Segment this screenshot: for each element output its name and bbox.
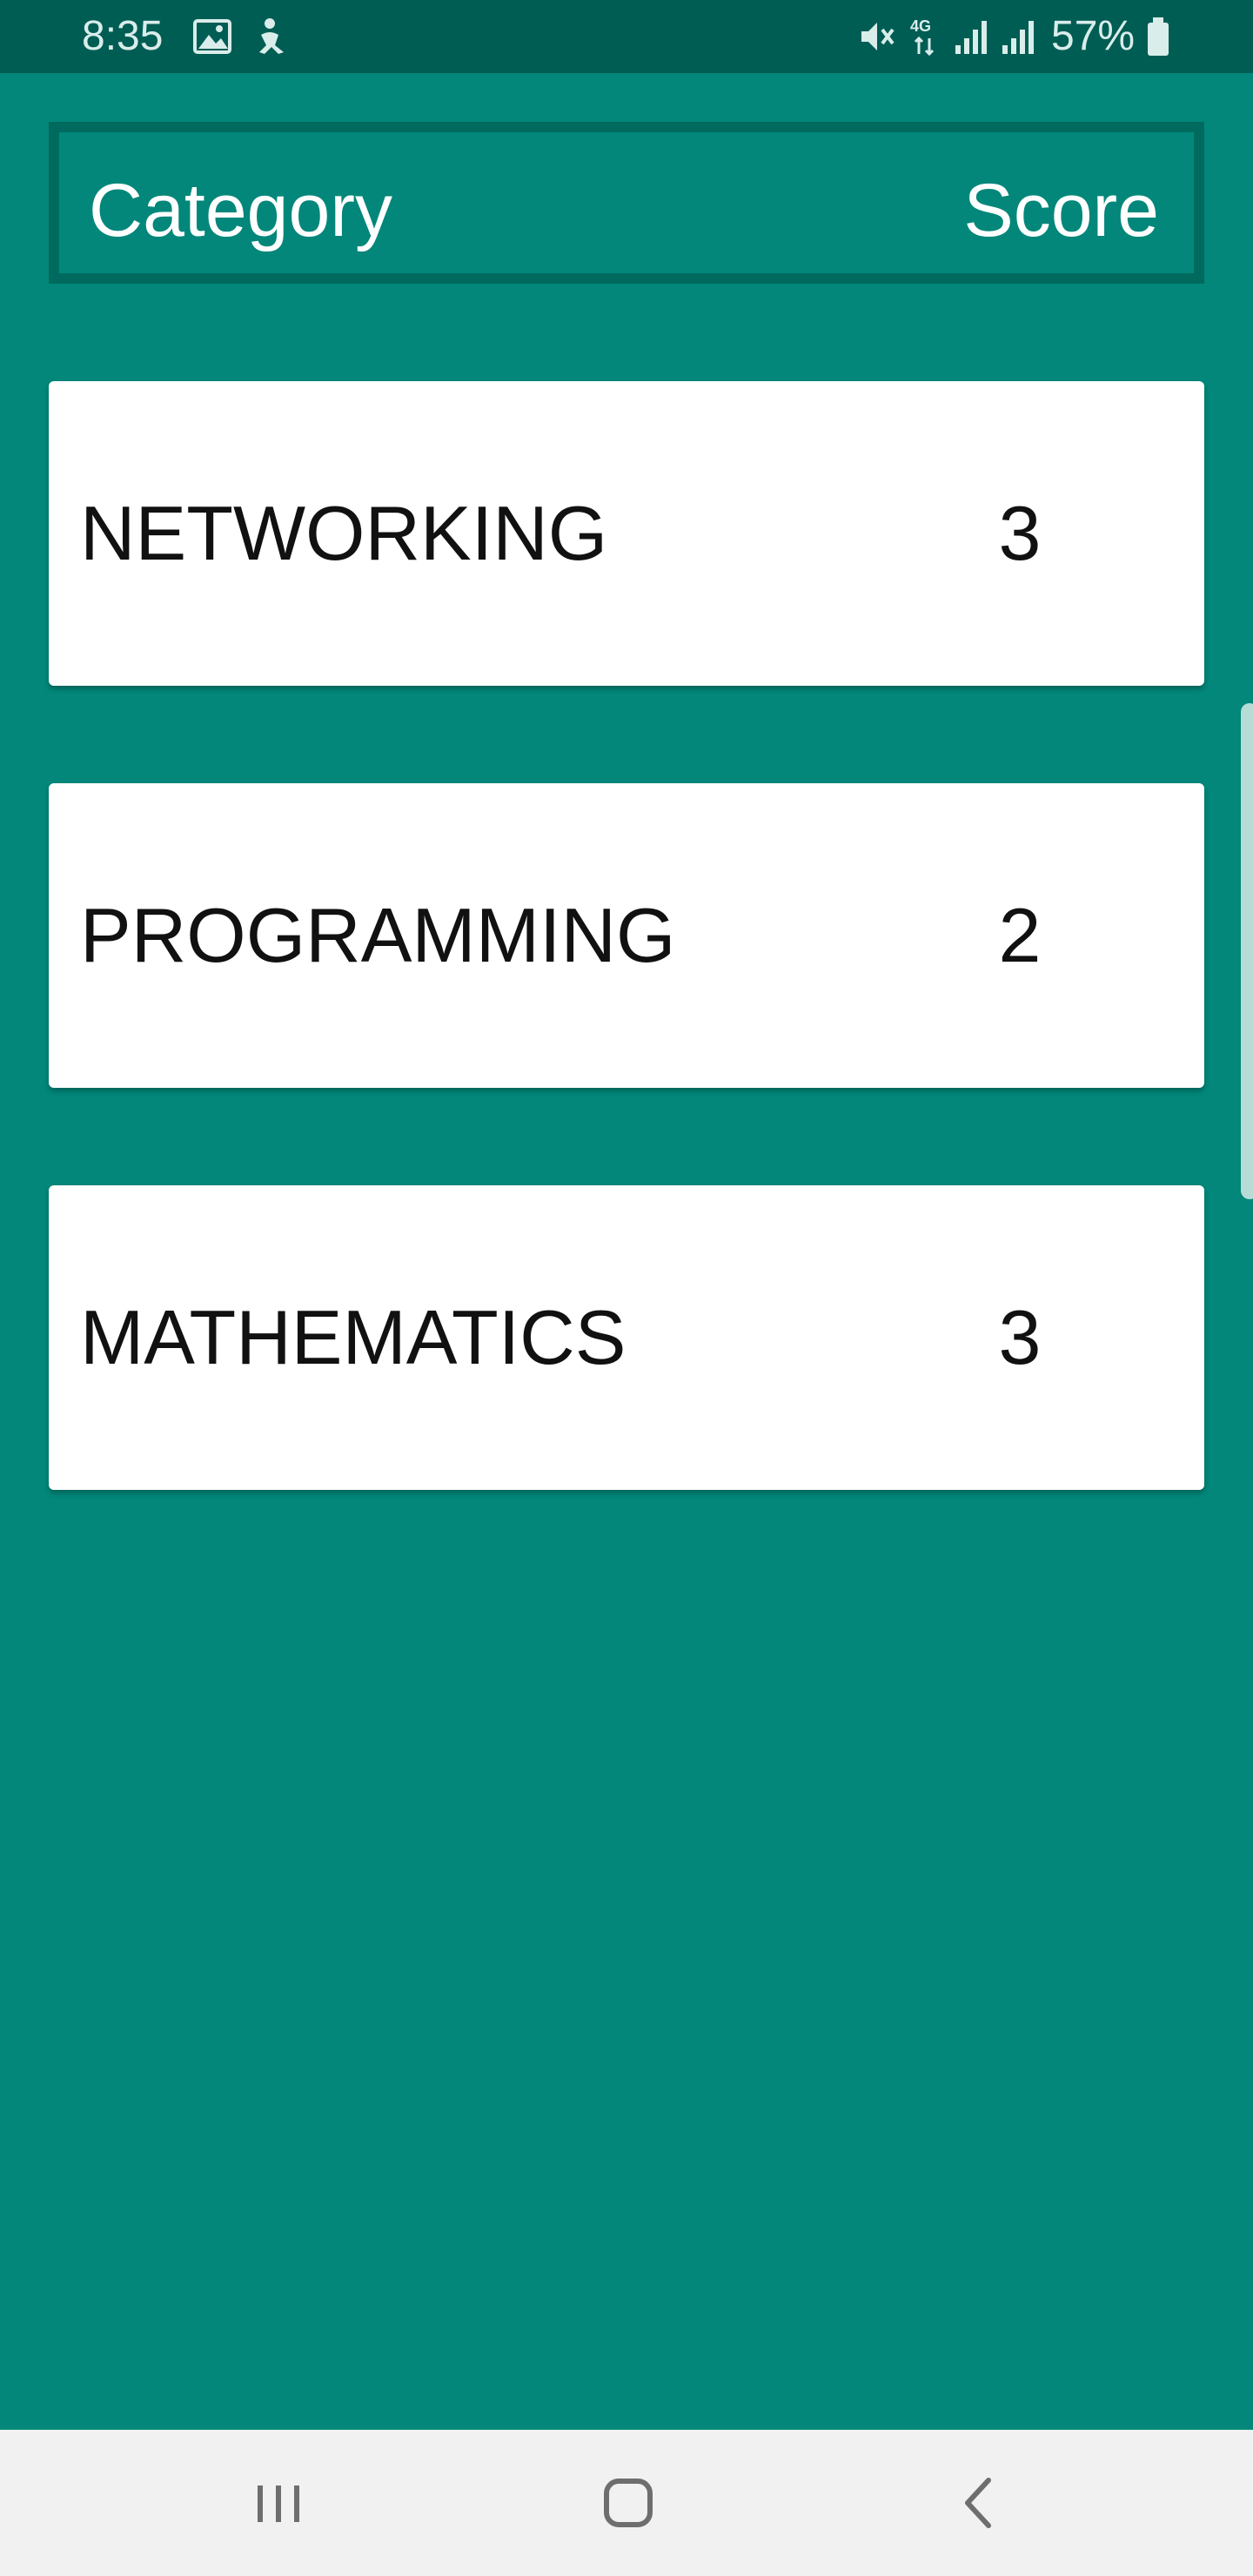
category-score: 2 bbox=[998, 892, 1042, 978]
category-column-header: Category bbox=[89, 169, 392, 252]
category-score: 3 bbox=[998, 1294, 1042, 1380]
svg-text:4G: 4G bbox=[910, 17, 931, 35]
category-name: NETWORKING bbox=[80, 490, 608, 576]
accessibility-icon bbox=[259, 18, 284, 54]
status-time: 8:35 bbox=[82, 13, 164, 59]
mute-icon bbox=[861, 23, 895, 50]
score-table-header: Category Score bbox=[49, 122, 1204, 284]
score-column-header: Score bbox=[963, 169, 1159, 252]
home-icon[interactable] bbox=[585, 2459, 672, 2546]
scrollbar[interactable] bbox=[1241, 703, 1253, 1199]
category-name: MATHEMATICS bbox=[80, 1294, 626, 1380]
score-card-mathematics[interactable]: MATHEMATICS 3 bbox=[49, 1185, 1204, 1490]
signal-icon bbox=[1002, 21, 1034, 54]
navigation-bar bbox=[0, 2430, 1253, 2576]
category-name: PROGRAMMING bbox=[80, 892, 676, 978]
signal-icon bbox=[955, 21, 987, 54]
battery-icon bbox=[1148, 17, 1169, 56]
back-icon[interactable] bbox=[936, 2459, 1023, 2546]
image-icon bbox=[193, 19, 231, 54]
score-card-programming[interactable]: PROGRAMMING 2 bbox=[49, 783, 1204, 1088]
category-score: 3 bbox=[998, 490, 1042, 576]
4g-icon: 4G bbox=[910, 17, 935, 57]
score-card-networking[interactable]: NETWORKING 3 bbox=[49, 381, 1204, 686]
battery-percent: 57% bbox=[1051, 13, 1136, 59]
recent-apps-icon[interactable] bbox=[235, 2459, 322, 2546]
status-bar: 8:35 4G 57% bbox=[0, 0, 1253, 73]
